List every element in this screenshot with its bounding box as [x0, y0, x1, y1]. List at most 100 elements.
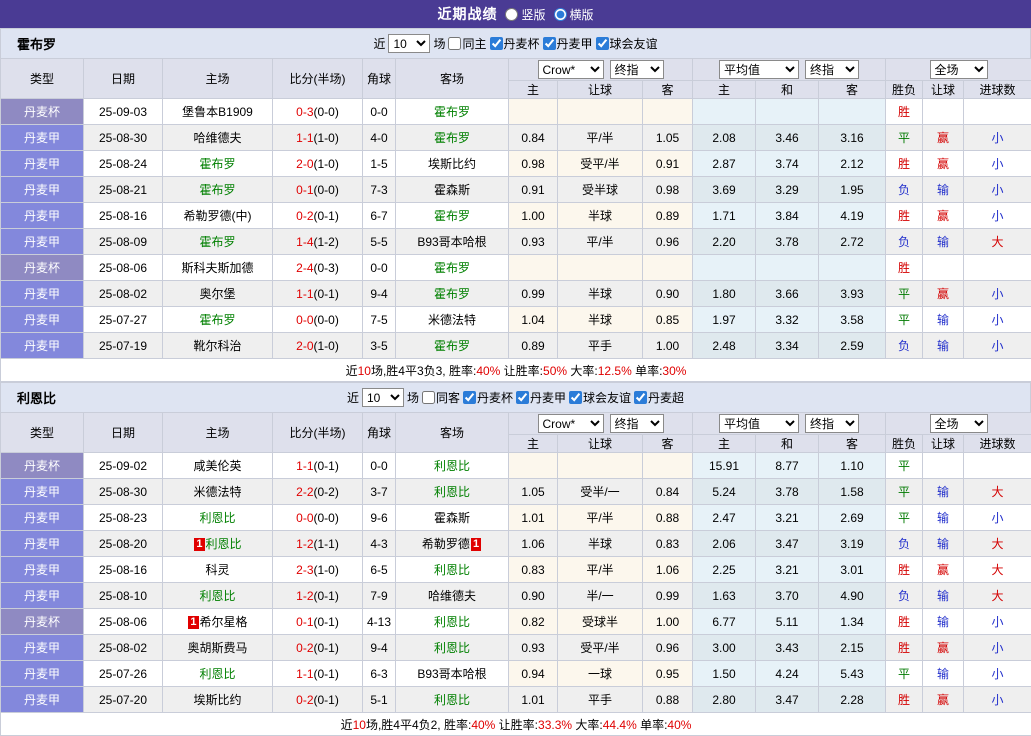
avg-stage-select[interactable]: 终指 — [805, 414, 859, 433]
red-card-badge: 1 — [471, 538, 481, 551]
cell-result-goals: 小 — [964, 151, 1031, 177]
summary-text: 10 — [358, 364, 371, 378]
summary-text: 40% — [667, 718, 691, 732]
cell-avg-away: 3.19 — [819, 531, 886, 557]
league-checkbox[interactable] — [490, 37, 503, 50]
fulltime-header: 全场 — [886, 413, 1031, 435]
horizontal-layout-radio[interactable] — [554, 8, 567, 21]
same-venue-option[interactable]: 同客 — [422, 389, 460, 406]
league-checkbox[interactable] — [543, 37, 556, 50]
summary-text: 近 — [341, 718, 353, 732]
cell-home-team: 堡鲁本B1909 — [163, 99, 273, 125]
cell-avg-draw: 3.32 — [756, 307, 819, 333]
vertical-layout-radio[interactable] — [505, 8, 518, 21]
cell-score: 0-3(0-0) — [273, 99, 363, 125]
cell-home-team: 奥胡斯费马 — [163, 635, 273, 661]
cell-result-goals: 小 — [964, 281, 1031, 307]
league-checkbox[interactable] — [634, 391, 647, 404]
recent-count-select[interactable]: 10 — [388, 34, 430, 53]
league-filter-option[interactable]: 球会友谊 — [596, 35, 658, 52]
sub-col-handicap-result: 让球 — [923, 435, 964, 453]
cell-away-team: 埃斯比约 — [396, 151, 509, 177]
fulltime-score: 0-2 — [296, 693, 313, 707]
odds-stage-select[interactable]: 终指 — [610, 414, 664, 433]
recent-count-select[interactable]: 10 — [362, 388, 404, 407]
league-filter-option[interactable]: 球会友谊 — [569, 389, 631, 406]
cell-avg-home: 15.91 — [693, 453, 756, 479]
cell-result-handicap: 赢 — [923, 125, 964, 151]
match-row: 丹麦甲25-08-02奥胡斯费马0-2(0-1)9-4利恩比0.93受平/半0.… — [1, 635, 1031, 661]
away-team-name: 霍布罗 — [434, 105, 470, 119]
cell-result-goals: 小 — [964, 203, 1031, 229]
halftime-score: (0-0) — [314, 313, 339, 327]
match-row: 丹麦甲25-08-09霍布罗1-4(1-2)5-5B93哥本哈根0.93平/半0… — [1, 229, 1031, 255]
halftime-score: (1-2) — [314, 235, 339, 249]
same-venue-option[interactable]: 同主 — [448, 35, 486, 52]
layout-horizontal-option[interactable]: 横版 — [554, 6, 594, 23]
league-filter-option[interactable]: 丹麦甲 — [543, 35, 593, 52]
odds-stage-select[interactable]: 终指 — [610, 60, 664, 79]
cell-home-team: 咸美伦英 — [163, 453, 273, 479]
same-venue-checkbox[interactable] — [422, 391, 435, 404]
results-table: 类型 日期 主场 比分(半场) 角球 客场 Crow*终指 平均值终指 全场 主… — [0, 412, 1031, 736]
away-team-name: 利恩比 — [434, 459, 470, 473]
cell-corners: 9-6 — [363, 505, 396, 531]
cell-home-team: 哈维德夫 — [163, 125, 273, 151]
cell-home-team: 斯科夫斯加德 — [163, 255, 273, 281]
cell-odds-handicap — [558, 99, 643, 125]
cell-corners: 3-5 — [363, 333, 396, 359]
average-select[interactable]: 平均值 — [719, 414, 799, 433]
summary-text: 44.4% — [603, 718, 637, 732]
col-header-score: 比分(半场) — [273, 59, 363, 99]
team-name: 霍布罗 — [17, 34, 56, 53]
recent-label: 近 — [373, 35, 385, 52]
team-name: 利恩比 — [17, 388, 56, 407]
cell-result-handicap: 输 — [923, 505, 964, 531]
avg-stage-select[interactable]: 终指 — [805, 60, 859, 79]
bookmaker-select[interactable]: Crow* — [538, 414, 604, 433]
cell-home-team: 埃斯比约 — [163, 687, 273, 713]
cell-odds-away: 0.91 — [643, 151, 693, 177]
cell-corners: 0-0 — [363, 255, 396, 281]
average-select[interactable]: 平均值 — [719, 60, 799, 79]
league-checkbox[interactable] — [569, 391, 582, 404]
horizontal-layout-label: 横版 — [570, 6, 594, 23]
cell-score: 2-0(1-0) — [273, 333, 363, 359]
cell-avg-draw: 3.29 — [756, 177, 819, 203]
vertical-layout-label: 竖版 — [521, 6, 545, 23]
col-header-away: 客场 — [396, 413, 509, 453]
layout-vertical-option[interactable]: 竖版 — [505, 6, 545, 23]
same-venue-checkbox[interactable] — [448, 37, 461, 50]
period-select[interactable]: 全场 — [930, 60, 988, 79]
cell-result-wdl: 胜 — [886, 151, 923, 177]
cell-odds-home: 1.06 — [509, 531, 558, 557]
league-filter-option[interactable]: 丹麦甲 — [516, 389, 566, 406]
sub-col-avg-draw: 和 — [756, 81, 819, 99]
bookmaker-select[interactable]: Crow* — [538, 60, 604, 79]
home-team-name: 咸美伦英 — [193, 459, 241, 473]
cell-home-team: 希勒罗德(中) — [163, 203, 273, 229]
col-header-home: 主场 — [163, 59, 273, 99]
cell-result-handicap — [923, 255, 964, 281]
cell-date: 25-08-21 — [84, 177, 163, 203]
sub-col-avg-draw: 和 — [756, 435, 819, 453]
match-row: 丹麦甲25-08-30米德法特2-2(0-2)3-7利恩比1.05受半/一0.8… — [1, 479, 1031, 505]
league-filter-option[interactable]: 丹麦杯 — [490, 35, 540, 52]
league-filter-option[interactable]: 丹麦杯 — [463, 389, 513, 406]
cell-avg-away: 1.10 — [819, 453, 886, 479]
home-team-name: 哈维德夫 — [193, 131, 241, 145]
league-checkbox[interactable] — [516, 391, 529, 404]
league-checkbox[interactable] — [596, 37, 609, 50]
cell-league: 丹麦甲 — [1, 687, 84, 713]
cell-avg-draw: 3.21 — [756, 557, 819, 583]
period-select[interactable]: 全场 — [930, 414, 988, 433]
league-checkbox[interactable] — [463, 391, 476, 404]
league-filter-option[interactable]: 丹麦超 — [634, 389, 684, 406]
cell-odds-home: 0.89 — [509, 333, 558, 359]
cell-avg-draw: 3.78 — [756, 229, 819, 255]
matches-label: 场 — [407, 389, 419, 406]
cell-odds-handicap: 受球半 — [558, 609, 643, 635]
match-row: 丹麦甲25-07-19靴尔科治2-0(1-0)3-5霍布罗0.89平手1.002… — [1, 333, 1031, 359]
cell-avg-away — [819, 255, 886, 281]
cell-odds-handicap: 平手 — [558, 333, 643, 359]
